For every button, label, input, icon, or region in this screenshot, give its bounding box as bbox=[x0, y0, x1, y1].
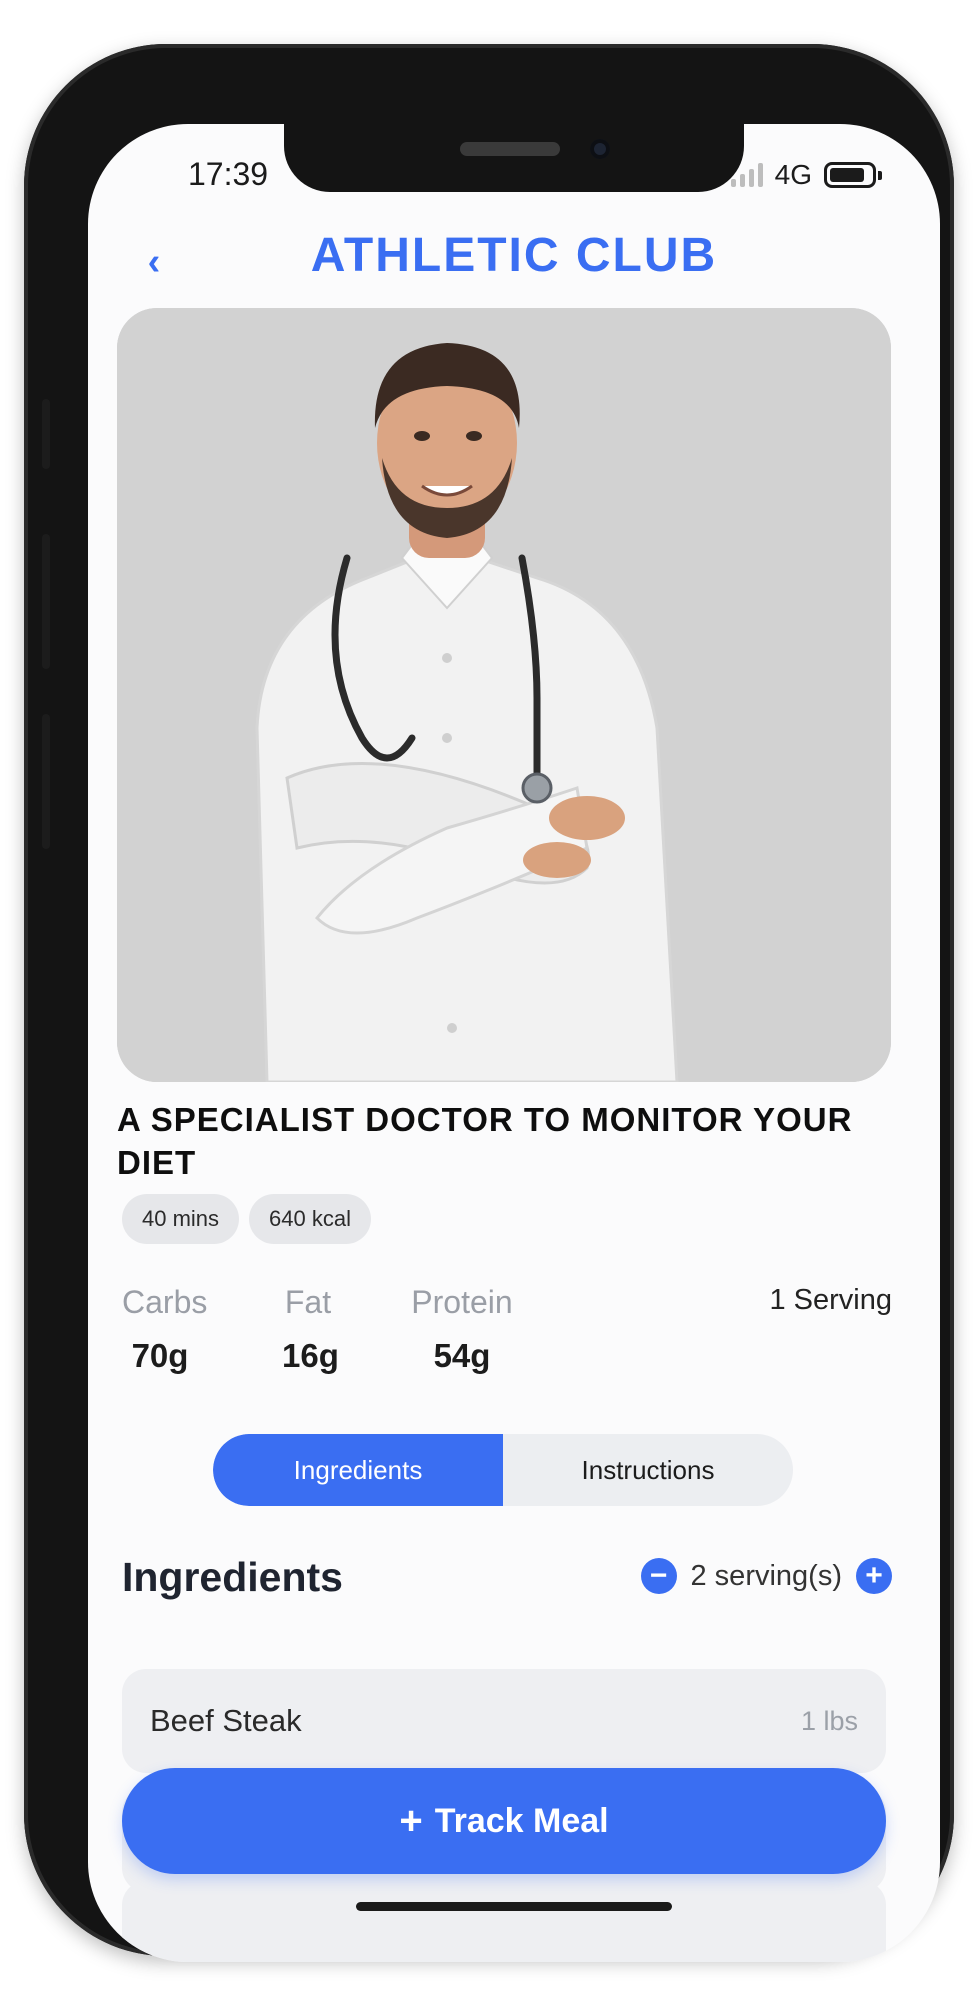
increase-servings-button[interactable]: + bbox=[856, 1558, 892, 1594]
ingredient-name: Beef Steak bbox=[150, 1703, 302, 1738]
volume-down-button bbox=[42, 714, 50, 849]
macro-label: Carbs bbox=[122, 1284, 208, 1320]
serving-label: 1 Serving bbox=[769, 1284, 892, 1316]
ingredient-row[interactable]: Beef Steak 1 lbs bbox=[122, 1669, 886, 1773]
plus-icon: + bbox=[399, 1798, 423, 1843]
doctor-illustration bbox=[117, 308, 891, 1082]
servings-count: 2 serving(s) bbox=[690, 1559, 843, 1592]
serving-stepper: − 2 serving(s) + bbox=[640, 1558, 892, 1594]
ingredient-qty: 1 lbs bbox=[800, 1705, 858, 1736]
battery-icon bbox=[824, 162, 882, 188]
home-indicator[interactable] bbox=[356, 1902, 672, 1911]
macro-value: 54g bbox=[433, 1337, 491, 1374]
ingredients-header: Ingredients − 2 serving(s) + bbox=[122, 1554, 892, 1614]
speaker-grille bbox=[460, 142, 560, 156]
calories-tag: 640 kcal bbox=[249, 1194, 371, 1244]
macro-fat: Fat 16g bbox=[282, 1284, 339, 1375]
plus-icon: + bbox=[865, 1559, 883, 1592]
macro-carbs: Carbs 70g bbox=[122, 1284, 208, 1375]
macro-value: 16g bbox=[282, 1337, 339, 1374]
network-type: 4G bbox=[774, 159, 812, 190]
track-meal-button[interactable]: + Track Meal bbox=[122, 1768, 886, 1874]
macros-summary: Carbs 70g Fat 16g Protein 54g 1 Serving bbox=[122, 1284, 892, 1384]
macro-value: 70g bbox=[131, 1337, 189, 1374]
tab-switcher: Ingredients Instructions bbox=[213, 1434, 793, 1506]
meta-tags: 40 mins 640 kcal bbox=[122, 1194, 371, 1244]
hero-image bbox=[117, 308, 891, 1082]
notch bbox=[284, 124, 744, 192]
volume-up-button bbox=[42, 534, 50, 669]
tab-instructions[interactable]: Instructions bbox=[503, 1434, 793, 1506]
macro-label: Fat bbox=[284, 1284, 332, 1320]
minus-icon: − bbox=[649, 1559, 668, 1592]
ingredient-row-partial bbox=[122, 1881, 886, 1962]
front-camera bbox=[590, 139, 610, 159]
macro-protein: Protein 54g bbox=[407, 1284, 517, 1375]
status-time: 17:39 bbox=[188, 156, 269, 192]
battery-level bbox=[830, 168, 864, 182]
duration-tag: 40 mins bbox=[122, 1194, 240, 1244]
phone-frame: 17:39 4G ‹ ATHLETIC CLUB A SPECIALIST DO… bbox=[24, 44, 954, 1962]
ingredients-title: Ingredients bbox=[122, 1554, 343, 1600]
decrease-servings-button[interactable]: − bbox=[640, 1558, 677, 1594]
article-title: A SPECIALIST DOCTOR TO MONITOR YOUR DIET bbox=[117, 1101, 853, 1181]
track-meal-label: Track Meal bbox=[434, 1801, 609, 1840]
tab-ingredients[interactable]: Ingredients bbox=[213, 1434, 503, 1506]
status-indicators: 4G bbox=[730, 159, 882, 190]
mute-switch bbox=[42, 399, 50, 469]
app-screen: 17:39 4G ‹ ATHLETIC CLUB A SPECIALIST DO… bbox=[88, 124, 940, 1962]
macro-label: Protein bbox=[411, 1284, 513, 1320]
app-title: ATHLETIC CLUB bbox=[310, 229, 718, 282]
